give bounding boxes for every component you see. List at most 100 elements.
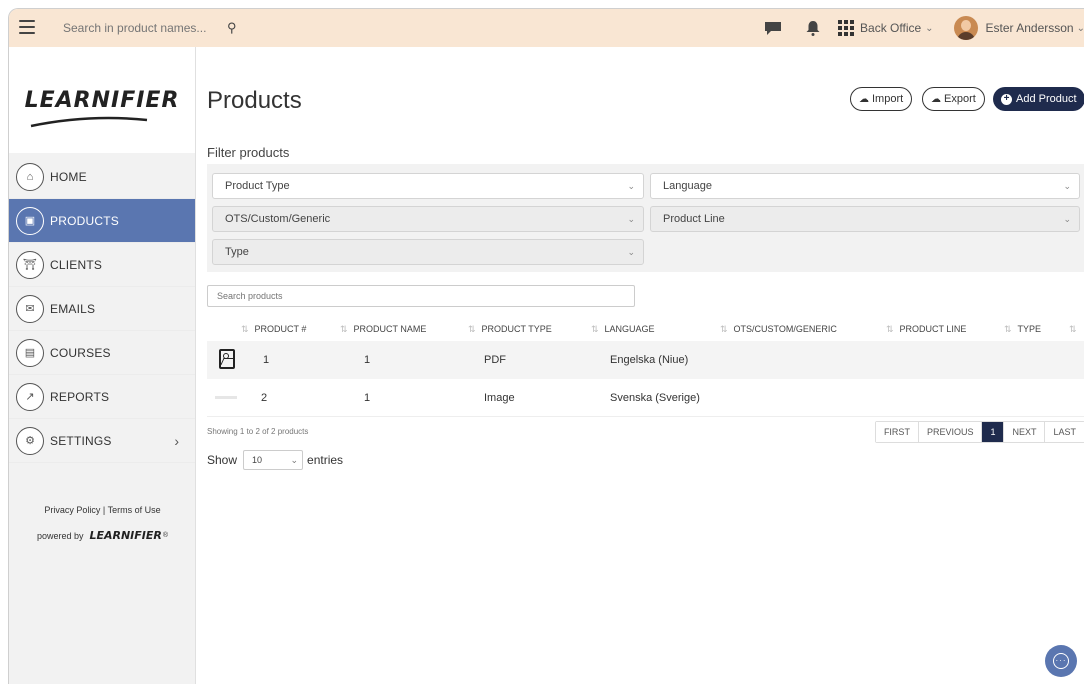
sidebar: LEARNIFIER ⌂ HOME ▣ PRODUCTS ⛩ CLIENTS ✉… xyxy=(9,47,196,684)
powered-by-text: powered by xyxy=(36,530,84,541)
language-select[interactable]: Language ⌄ xyxy=(650,173,1080,199)
cell-language: Engelska (Niue) xyxy=(610,354,689,366)
chevron-down-icon: ⌄ xyxy=(627,247,635,257)
registered-mark-icon: ® xyxy=(162,532,169,539)
plus-icon: + xyxy=(1001,93,1012,105)
sidebar-nav: ⌂ HOME ▣ PRODUCTS ⛩ CLIENTS ✉ EMAILS ▤ C… xyxy=(9,155,195,463)
pagination-page-1[interactable]: 1 xyxy=(982,422,1005,442)
notifications-bell-icon[interactable] xyxy=(806,20,820,36)
powered-by: powered by LEARNIFIER ® xyxy=(9,529,196,542)
column-header-type[interactable]: ⇅ TYPE xyxy=(1004,324,1041,335)
cloud-download-icon: ☁ xyxy=(931,93,941,105)
brand-logo[interactable]: LEARNIFIER xyxy=(25,88,180,127)
footer-links[interactable]: Privacy Policy | Terms of Use xyxy=(9,505,196,515)
sort-icon[interactable]: ⇅ xyxy=(1069,324,1083,335)
thumbnail-placeholder xyxy=(215,396,237,399)
clients-icon: ⛩ xyxy=(16,250,44,279)
column-header-ots[interactable]: ⇅ OTS/CUSTOM/GENERIC xyxy=(720,324,837,335)
entries-value: 10 xyxy=(252,455,263,465)
sidebar-item-reports[interactable]: ↗ REPORTS xyxy=(9,375,195,419)
product-type-select[interactable]: Product Type ⌄ xyxy=(212,173,644,199)
messages-icon[interactable] xyxy=(764,21,782,35)
filter-panel: Product Type ⌄ Language ⌄ OTS/Custom/Gen… xyxy=(207,164,1084,272)
ots-value: OTS/Custom/Generic xyxy=(225,213,331,225)
sidebar-item-products[interactable]: ▣ PRODUCTS xyxy=(9,199,195,243)
sidebar-item-label: EMAILS xyxy=(50,301,96,316)
sidebar-item-home[interactable]: ⌂ HOME xyxy=(9,155,195,199)
pagination-last[interactable]: LAST xyxy=(1045,422,1084,442)
sidebar-item-label: CLIENTS xyxy=(50,257,103,272)
header-label: TYPE xyxy=(1017,324,1042,334)
page-length-control: Show 10 ⌄ entries xyxy=(207,450,343,470)
sidebar-item-clients[interactable]: ⛩ CLIENTS xyxy=(9,243,195,287)
type-value: Type xyxy=(225,246,249,258)
sidebar-item-label: HOME xyxy=(50,169,87,184)
user-menu[interactable]: Ester Andersson xyxy=(986,21,1074,35)
table-row[interactable]: 2 1 Image Svenska (Sverige) xyxy=(207,379,1084,417)
column-header-product-type[interactable]: ⇅ PRODUCT TYPE xyxy=(468,324,552,335)
reports-icon: ↗ xyxy=(16,382,44,411)
logo-area: LEARNIFIER xyxy=(9,47,195,153)
chevron-down-icon: ⌄ xyxy=(1063,181,1071,191)
sidebar-item-emails[interactable]: ✉ EMAILS xyxy=(9,287,195,331)
sidebar-item-courses[interactable]: ▤ COURSES xyxy=(9,331,195,375)
import-button[interactable]: ☁ Import xyxy=(850,87,913,111)
top-bar: ⚲ Back Office ⌄ Ester Andersson ⌄ xyxy=(9,9,1084,47)
type-select[interactable]: Type ⌄ xyxy=(212,239,644,265)
chat-bubble-icon: ··· xyxy=(1053,653,1069,669)
cell-product-number: 1 xyxy=(263,354,270,366)
ots-select[interactable]: OTS/Custom/Generic ⌄ xyxy=(212,206,644,232)
email-icon: ✉ xyxy=(16,294,44,323)
sort-icon: ⇅ xyxy=(340,324,348,334)
pagination-previous[interactable]: PREVIOUS xyxy=(918,422,983,442)
add-product-button[interactable]: + Add Product xyxy=(993,87,1084,111)
apps-grid-icon[interactable] xyxy=(838,20,855,36)
entries-label: entries xyxy=(307,453,344,467)
table-row[interactable]: 1 1 PDF Engelska (Niue) xyxy=(207,341,1084,379)
workspace-switcher[interactable]: Back Office xyxy=(860,21,921,35)
show-label: Show xyxy=(207,453,238,467)
pagination: FIRST PREVIOUS 1 NEXT LAST xyxy=(874,421,1084,443)
cloud-upload-icon: ☁ xyxy=(859,93,869,105)
product-line-value: Product Line xyxy=(663,213,725,225)
search-products-input[interactable] xyxy=(207,285,635,307)
sort-icon: ⇅ xyxy=(468,324,476,334)
header-label: PRODUCT # xyxy=(254,324,307,334)
language-value: Language xyxy=(663,180,712,192)
column-header-product-line[interactable]: ⇅ PRODUCT LINE xyxy=(886,324,966,335)
export-button[interactable]: ☁ Export xyxy=(922,87,985,111)
logo-swoosh xyxy=(30,116,147,127)
chevron-down-icon[interactable]: ⌄ xyxy=(1077,23,1084,34)
chevron-right-icon: › xyxy=(174,432,179,449)
column-header-language[interactable]: ⇅ LANGUAGE xyxy=(591,324,655,335)
sidebar-item-label: COURSES xyxy=(50,345,111,360)
top-right-tools: Back Office ⌄ Ester Andersson ⌄ xyxy=(764,9,1084,47)
sort-icon: ⇅ xyxy=(720,324,728,334)
chat-support-button[interactable]: ··· xyxy=(1045,645,1077,677)
product-type-value: Product Type xyxy=(225,180,290,192)
header-label: LANGUAGE xyxy=(604,324,655,334)
chevron-down-icon: ⌄ xyxy=(1063,214,1071,224)
top-search-input[interactable] xyxy=(55,14,215,42)
hamburger-menu-icon[interactable] xyxy=(19,20,35,34)
pagination-first[interactable]: FIRST xyxy=(875,422,919,442)
sort-icon: ⇅ xyxy=(886,324,894,334)
pagination-next[interactable]: NEXT xyxy=(1004,422,1046,442)
column-header-product-number[interactable]: ⇅ PRODUCT # xyxy=(241,324,306,335)
sort-icon: ⇅ xyxy=(1004,324,1012,334)
export-label: Export xyxy=(944,93,976,105)
sidebar-item-settings[interactable]: ⚙ SETTINGS › xyxy=(9,419,195,463)
filter-heading: Filter products xyxy=(207,145,290,160)
settings-icon: ⚙ xyxy=(16,426,44,455)
table-info: Showing 1 to 2 of 2 products xyxy=(207,427,309,436)
avatar[interactable] xyxy=(953,16,978,40)
courses-icon: ▤ xyxy=(16,338,44,367)
column-header-product-name[interactable]: ⇅ PRODUCT NAME xyxy=(340,324,426,335)
entries-select[interactable]: 10 ⌄ xyxy=(243,450,304,470)
chevron-down-icon[interactable]: ⌄ xyxy=(925,23,933,34)
product-line-select[interactable]: Product Line ⌄ xyxy=(650,206,1080,232)
sort-icon: ⇅ xyxy=(591,324,599,334)
main-content: Products ☁ Import ☁ Export + Add Product… xyxy=(207,47,1084,684)
sidebar-item-label: SETTINGS xyxy=(50,433,112,448)
search-icon[interactable]: ⚲ xyxy=(227,20,237,36)
